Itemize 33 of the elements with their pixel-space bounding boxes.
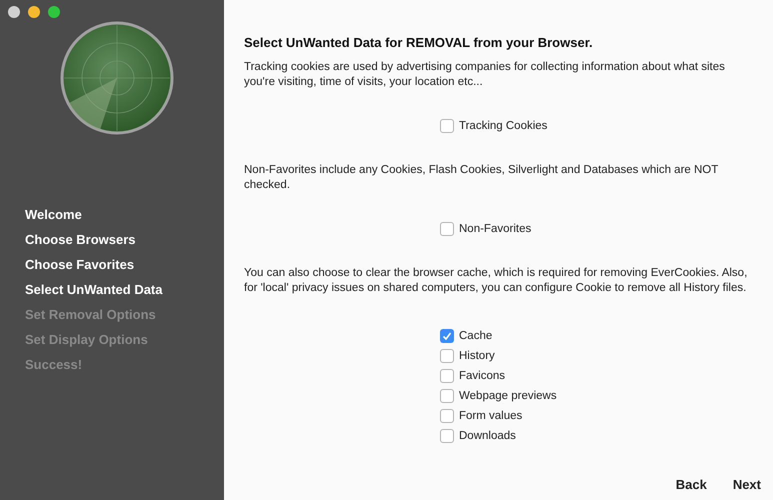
step-label: Select UnWanted Data	[25, 281, 164, 298]
option-checkbox[interactable]: Form values	[440, 408, 759, 424]
checkbox[interactable]	[440, 369, 454, 383]
option-checkbox[interactable]: Downloads	[440, 428, 759, 444]
description-text: You can also choose to clear the browser cache, which is required for removing EverCookies. Also, for 'local' privacy issues on shared computers, you can configure Cookie to remove all History files.	[244, 266, 748, 296]
checkbox[interactable]	[440, 429, 454, 443]
minimize-icon[interactable]	[28, 6, 40, 18]
step-label: Set Removal Options	[25, 306, 157, 323]
description-text: Non-Favorites include any Cookies, Flash Cookies, Silverlight and Databases which are NOT checked.	[244, 163, 720, 193]
step-label: Choose Browsers	[25, 231, 137, 248]
close-icon[interactable]	[8, 6, 20, 18]
step-label: Choose Favorites	[25, 256, 136, 273]
next-button[interactable]: Next	[732, 474, 761, 494]
checkbox[interactable]	[440, 389, 454, 403]
option-checkbox[interactable]: History	[440, 348, 759, 364]
checkbox[interactable]	[440, 409, 454, 423]
checked-checkbox[interactable]	[440, 329, 454, 343]
back-button[interactable]: Back	[676, 474, 707, 494]
zoom-icon[interactable]	[48, 6, 60, 18]
option-checkbox[interactable]: Favicons	[440, 368, 759, 384]
step-label: Set Display Options	[25, 331, 149, 348]
page-heading: Select UnWanted Data for REMOVAL from your Browser.	[244, 35, 594, 51]
option-checkbox[interactable]: Non-Favorites	[440, 221, 759, 237]
checkbox[interactable]	[440, 119, 454, 133]
step-label: Success!	[25, 356, 84, 373]
description-text: Tracking cookies are used by advertising companies for collecting information about what sites you're visiting, time of visits, your location etc...	[244, 60, 726, 90]
option-checkbox[interactable]: Webpage previews	[440, 388, 759, 404]
option-checkbox[interactable]: Cache	[440, 328, 759, 344]
checkbox[interactable]	[440, 349, 454, 363]
step-label: Welcome	[25, 206, 83, 223]
option-checkbox[interactable]: Tracking Cookies	[440, 118, 759, 134]
checkbox[interactable]	[440, 222, 454, 236]
checkmark-icon	[442, 331, 452, 341]
